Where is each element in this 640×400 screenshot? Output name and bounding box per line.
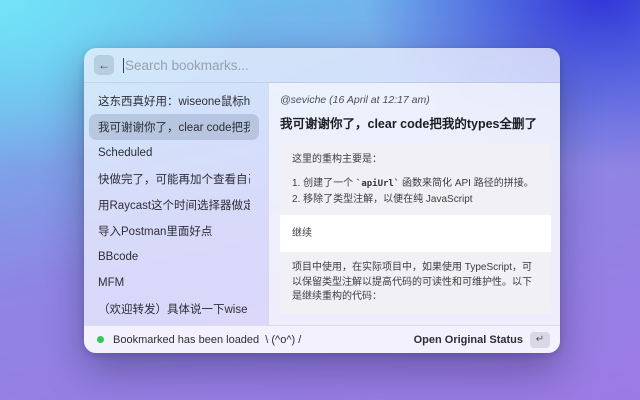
back-arrow-icon: ← xyxy=(98,58,110,72)
list-item-label: 快做完了，可能再加个查看自己贴文的... xyxy=(98,171,250,187)
refactor-item-1: 1. 创建了一个 `apiUrl` 函数来简化 API 路径的拼接。 xyxy=(292,177,539,191)
list-item[interactable]: 用Raycast这个时间选择器做定时很方... xyxy=(89,192,259,218)
refactor-item-1-tail: 函数来简化 API 路径的拼接。 xyxy=(399,178,533,189)
list-item-label: Scheduled xyxy=(98,147,152,159)
search-input[interactable] xyxy=(125,58,550,73)
list-item[interactable]: BBcode xyxy=(89,244,259,270)
search-field-wrap xyxy=(123,48,550,82)
inline-code: `apiUrl` xyxy=(356,179,399,189)
list-item-label: （欢迎转发）具体说一下wise fraud让... xyxy=(98,301,250,317)
list-item[interactable]: Scheduled xyxy=(89,140,259,166)
desktop-background: { "colors": { "bg_cyan": "#72e4f8", "bg_… xyxy=(0,0,640,400)
list-item-label: 用Raycast这个时间选择器做定时很方... xyxy=(98,197,250,213)
list-item-selected[interactable]: 我可谢谢你了，clear code把我的type... xyxy=(89,114,259,140)
bookmark-list: 这东西真好用：wiseone鼠标hover到... 我可谢谢你了，clear c… xyxy=(84,83,268,325)
list-item-label: BBcode xyxy=(98,251,138,263)
preview-pane: @seviche (16 April at 12:17 am) 我可谢谢你了，c… xyxy=(268,83,560,325)
status-message: Bookmarked has been loaded \ (^o^) / xyxy=(113,334,301,346)
list-item[interactable]: （欢迎转发）具体说一下wise fraud让... xyxy=(89,296,259,322)
list-item-label: 导入Postman里面好点 xyxy=(98,223,212,239)
list-item-label: MFM xyxy=(98,277,124,289)
paragraph-continue: 继续 xyxy=(280,215,551,252)
list-item[interactable]: 导入Postman里面好点 xyxy=(89,218,259,244)
status-body: 这里的重构主要是： 1. 创建了一个 `apiUrl` 函数来简化 API 路径… xyxy=(280,144,551,314)
quote-block-1: 这里的重构主要是： 1. 创建了一个 `apiUrl` 函数来简化 API 路径… xyxy=(280,144,551,215)
status-dot-icon xyxy=(97,336,104,343)
status-title: 我可谢谢你了，clear code把我的types全删了 xyxy=(280,116,551,132)
search-header: ← xyxy=(84,48,560,83)
open-original-status-button[interactable]: Open Original Status ↵ xyxy=(414,330,550,350)
list-item-label: 我可谢谢你了，clear code把我的type... xyxy=(98,119,250,135)
quote-block-2: 项目中使用，在实际项目中，如果使用 TypeScript，可以保留类型注解以提高… xyxy=(280,252,551,314)
refactor-intro: 这里的重构主要是： xyxy=(292,153,539,166)
enter-key-icon: ↵ xyxy=(530,332,550,348)
list-item[interactable]: 这东西真好用：wiseone鼠标hover到... xyxy=(89,88,259,114)
list-item[interactable]: MFM xyxy=(89,270,259,296)
refactor-item-2: 2. 移除了类型注解，以便在纯 JavaScript xyxy=(292,193,539,206)
status-bar: Bookmarked has been loaded \ (^o^) / Ope… xyxy=(84,325,560,353)
list-item-label: 这东西真好用：wiseone鼠标hover到... xyxy=(98,93,250,109)
refactor-item-1-text: 1. 创建了一个 xyxy=(292,178,356,189)
refactor-followup: 项目中使用，在实际项目中，如果使用 TypeScript，可以保留类型注解以提高… xyxy=(292,261,539,305)
list-item[interactable]: 快做完了，可能再加个查看自己贴文的... xyxy=(89,166,259,192)
back-button[interactable]: ← xyxy=(94,55,114,75)
main-area: 这东西真好用：wiseone鼠标hover到... 我可谢谢你了，clear c… xyxy=(84,83,560,325)
open-original-status-label: Open Original Status xyxy=(414,334,523,346)
text-caret xyxy=(123,58,124,73)
raycast-window: ← 这东西真好用：wiseone鼠标hover到... 我可谢谢你了，clear… xyxy=(84,48,560,353)
status-author: @seviche (16 April at 12:17 am) xyxy=(280,93,551,107)
